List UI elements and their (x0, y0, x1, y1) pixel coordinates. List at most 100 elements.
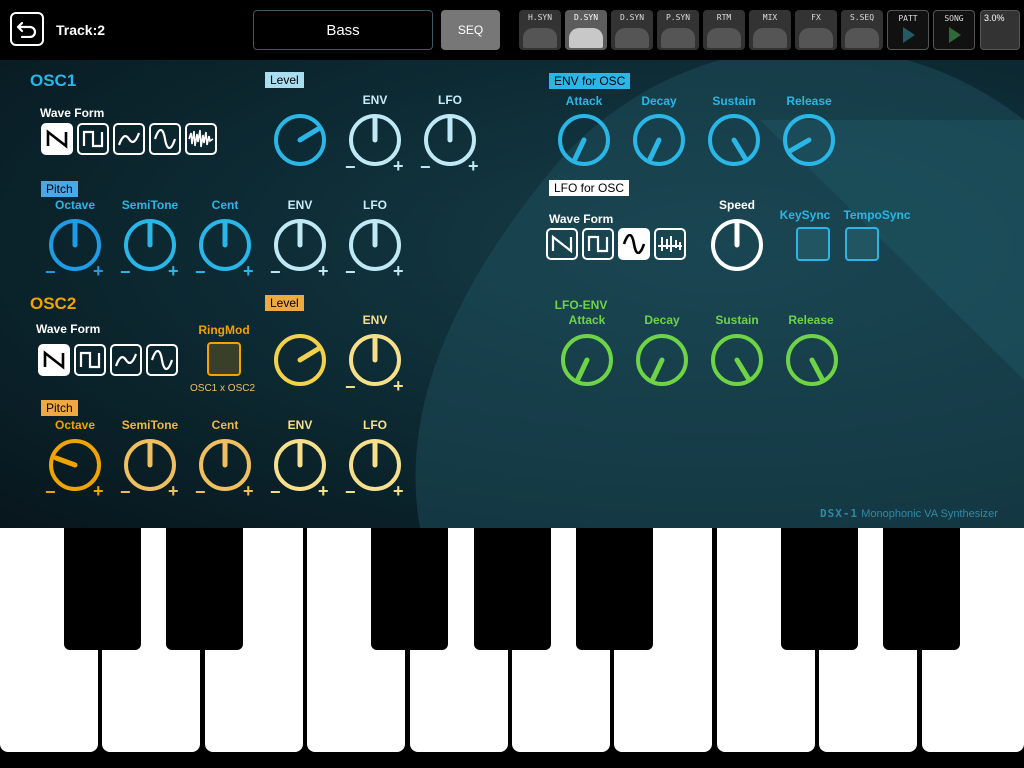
nav-mix-button[interactable]: MIX (749, 10, 791, 50)
black-key[interactable] (64, 528, 141, 650)
sine-wave-icon (622, 234, 646, 254)
square-wave-icon (587, 235, 609, 253)
osc1-cent-label: Cent (211, 198, 239, 212)
lfo-env-attack-knob[interactable] (560, 333, 614, 387)
saw-wave-button[interactable] (546, 228, 578, 260)
nav-dsyn-1-button[interactable]: D.SYN (565, 10, 607, 50)
osc2-env-label: ENV (362, 313, 388, 327)
nav-patt-button[interactable]: PATT (887, 10, 929, 50)
rtm-thumb-icon (707, 28, 741, 48)
lfo-waveform-label: Wave Form (549, 212, 614, 226)
sine-wave-button[interactable] (146, 344, 178, 376)
nav-sseq-button[interactable]: S.SEQ (841, 10, 883, 50)
env-attack-knob[interactable] (557, 113, 611, 167)
square-wave-icon (82, 130, 104, 148)
osc2-cent-label: Cent (211, 418, 239, 432)
ringmod-label: RingMod (198, 323, 250, 337)
osc1-level-tag: Level (265, 72, 304, 88)
sample-hold-wave-button[interactable] (654, 228, 686, 260)
plus-icon: + (243, 261, 254, 281)
play-icon (949, 27, 961, 43)
osc2-pitch-lfo-label: LFO (363, 418, 387, 432)
osc1-pitch-lfo-label: LFO (363, 198, 387, 212)
lfo-env-decay-label: Decay (644, 313, 680, 327)
minus-icon: − (45, 262, 56, 282)
saw-wave-button[interactable] (41, 123, 73, 155)
square-wave-button[interactable] (77, 123, 109, 155)
track-label: Track:2 (56, 22, 106, 38)
osc1-waveform-selector (41, 123, 217, 155)
nav-hsyn-button[interactable]: H.SYN (519, 10, 561, 50)
minus-icon: − (270, 482, 281, 502)
nav-fx-button[interactable]: FX (795, 10, 837, 50)
osc2-level-knob[interactable] (273, 333, 327, 387)
nav-rtm-button[interactable]: RTM (703, 10, 745, 50)
osc2-level-tag: Level (265, 295, 304, 311)
black-key[interactable] (883, 528, 960, 650)
osc1-octave-label: Octave (54, 198, 96, 212)
env-release-knob[interactable] (782, 113, 836, 167)
minus-icon: − (195, 262, 206, 282)
osc1-level-knob[interactable] (273, 113, 327, 167)
nav-song-button[interactable]: SONG (933, 10, 975, 50)
nav-dsyn-2-button[interactable]: D.SYN (611, 10, 653, 50)
lfo-env-sustain-label: Sustain (715, 313, 759, 327)
minus-icon: − (120, 262, 131, 282)
plus-icon: + (393, 156, 404, 176)
lfo-env-title: LFO-ENV (554, 298, 608, 312)
black-key[interactable] (371, 528, 448, 650)
keysync-toggle[interactable] (796, 227, 830, 261)
square-wave-icon (79, 351, 101, 369)
lfo-env-release-knob[interactable] (785, 333, 839, 387)
saw-wave-button[interactable] (38, 344, 70, 376)
lfo-speed-knob[interactable] (710, 218, 764, 272)
plus-icon: + (318, 261, 329, 281)
env-sustain-knob[interactable] (707, 113, 761, 167)
cpu-meter: 3.0% (980, 10, 1020, 50)
black-key[interactable] (166, 528, 243, 650)
triangle-wave-button[interactable] (113, 123, 145, 155)
plus-icon: + (393, 376, 404, 396)
black-key[interactable] (576, 528, 653, 650)
lfo-env-attack-label: Attack (568, 313, 606, 327)
osc1-pitch-env-label: ENV (287, 198, 313, 212)
plus-icon: + (93, 481, 104, 501)
seq-button[interactable]: SEQ (441, 10, 500, 50)
keysync-label: KeySync (779, 208, 831, 222)
temposync-toggle[interactable] (845, 227, 879, 261)
brand-text: Monophonic VA Synthesizer (861, 508, 998, 520)
preset-name-field[interactable]: Bass (253, 10, 433, 50)
ringmod-toggle[interactable] (207, 342, 241, 376)
plus-icon: + (243, 481, 254, 501)
osc2-octave-label: Octave (54, 418, 96, 432)
sine-wave-icon (153, 129, 177, 149)
sample-hold-wave-icon (658, 236, 682, 252)
black-key[interactable] (781, 528, 858, 650)
lfo-env-decay-knob[interactable] (635, 333, 689, 387)
triangle-wave-icon (117, 132, 141, 146)
minus-icon: − (420, 157, 431, 177)
osc2-pitch-env-label: ENV (287, 418, 313, 432)
back-button[interactable] (10, 12, 44, 46)
noise-wave-button[interactable] (185, 123, 217, 155)
lfo-env-sustain-knob[interactable] (710, 333, 764, 387)
triangle-wave-button[interactable] (110, 344, 142, 376)
env-release-label: Release (786, 94, 832, 108)
osc1-pitch-tag: Pitch (41, 181, 78, 197)
black-key[interactable] (474, 528, 551, 650)
square-wave-button[interactable] (74, 344, 106, 376)
plus-icon: + (93, 261, 104, 281)
osc1-semitone-label: SemiTone (121, 198, 179, 212)
env-attack-label: Attack (565, 94, 603, 108)
nav-psyn-button[interactable]: P.SYN (657, 10, 699, 50)
sine-wave-button[interactable] (149, 123, 181, 155)
minus-icon: − (195, 482, 206, 502)
square-wave-button[interactable] (582, 228, 614, 260)
ringmod-sub-label: OSC1 x OSC2 (190, 383, 256, 394)
osc1-lfo-label: LFO (438, 93, 462, 107)
saw-wave-icon (43, 350, 65, 370)
env-decay-knob[interactable] (632, 113, 686, 167)
saw-wave-icon (46, 129, 68, 149)
env-sustain-label: Sustain (712, 94, 756, 108)
sine-wave-button[interactable] (618, 228, 650, 260)
